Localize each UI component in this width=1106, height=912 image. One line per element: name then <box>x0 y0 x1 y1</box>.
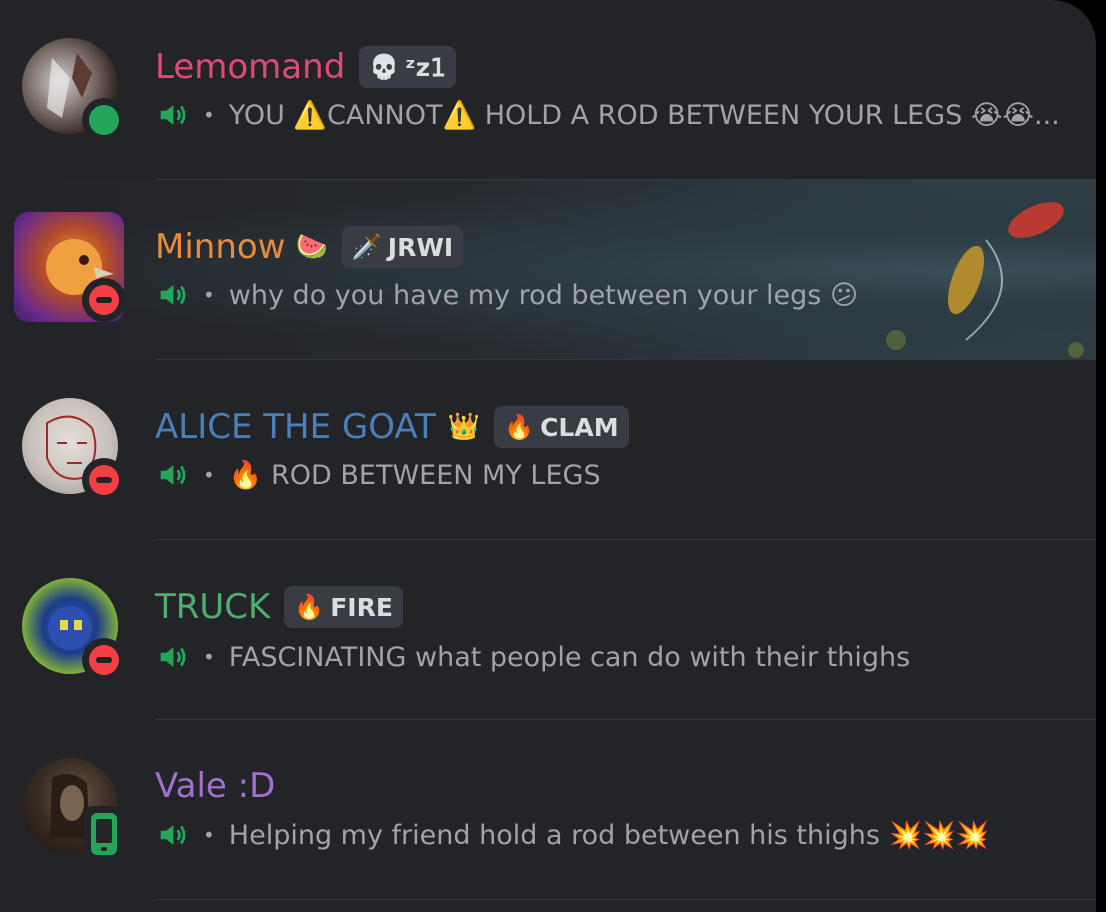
divider <box>155 899 1096 900</box>
member-row[interactable]: Vale :D • Helping my friend hold a rod b… <box>0 720 1096 900</box>
member-name[interactable]: ALICE THE GOAT <box>155 407 436 447</box>
separator-dot: • <box>203 103 215 127</box>
activity-text: Helping my friend hold a rod between his… <box>228 820 990 851</box>
guild-tag[interactable]: 🔥 CLAM <box>494 406 629 448</box>
activity-text: 🔥 ROD BETWEEN MY LEGS <box>228 460 601 491</box>
member-row[interactable]: Lemomand 💀 ᶻz𝟣 • YOU ⚠️CANNOT⚠️ HOLD A R… <box>0 0 1096 180</box>
separator-dot: • <box>203 645 215 669</box>
mobile-status-icon <box>84 806 124 862</box>
member-row[interactable]: ALICE THE GOAT 👑 🔥 CLAM • 🔥 ROD BETWEEN … <box>0 360 1096 540</box>
separator-dot: • <box>203 463 215 487</box>
watermelon-icon: 🍉 <box>295 232 328 262</box>
online-status-icon <box>82 98 126 142</box>
fire-icon: 🔥 <box>504 413 535 441</box>
guild-tag-text: JRWI <box>387 232 454 262</box>
crown-icon: 👑 <box>447 412 481 442</box>
separator-dot: • <box>203 283 215 307</box>
separator-dot: • <box>203 823 215 847</box>
guild-tag[interactable]: 💀 ᶻz𝟣 <box>359 46 457 88</box>
koi-pond-banner <box>886 202 1084 358</box>
member-name[interactable]: Minnow <box>155 227 286 267</box>
sword-icon: 🗡️ <box>351 233 382 261</box>
speaker-icon <box>155 458 189 492</box>
guild-tag[interactable]: 🗡️ JRWI <box>341 226 464 268</box>
guild-tag-text: ᶻz𝟣 <box>405 52 447 82</box>
member-name[interactable]: Vale :D <box>155 766 275 806</box>
guild-tag-text: CLAM <box>540 412 619 442</box>
member-row[interactable]: TRUCK 🔥 FIRE • FASCINATING what people c… <box>0 540 1096 720</box>
activity-text: why do you have my rod between your legs… <box>228 279 859 311</box>
fire-icon: 🔥 <box>294 593 325 621</box>
skull-icon: 💀 <box>369 53 400 81</box>
speaker-icon <box>155 818 189 852</box>
do-not-disturb-icon <box>82 638 126 682</box>
member-name[interactable]: Lemomand <box>155 47 345 87</box>
do-not-disturb-icon <box>82 458 126 502</box>
member-row[interactable]: Minnow 🍉 🗡️ JRWI • why do you have my ro… <box>0 180 1096 360</box>
activity-text: YOU ⚠️CANNOT⚠️ HOLD A ROD BETWEEN YOUR L… <box>228 100 1060 131</box>
guild-tag[interactable]: 🔥 FIRE <box>284 586 403 628</box>
activity-text: FASCINATING what people can do with thei… <box>228 641 911 673</box>
member-name[interactable]: TRUCK <box>155 587 270 627</box>
speaker-icon <box>155 640 189 674</box>
guild-tag-text: FIRE <box>330 592 393 622</box>
speaker-icon <box>155 278 189 312</box>
do-not-disturb-icon <box>82 278 126 322</box>
speaker-icon <box>155 98 189 132</box>
member-list: Lemomand 💀 ᶻz𝟣 • YOU ⚠️CANNOT⚠️ HOLD A R… <box>0 0 1096 912</box>
